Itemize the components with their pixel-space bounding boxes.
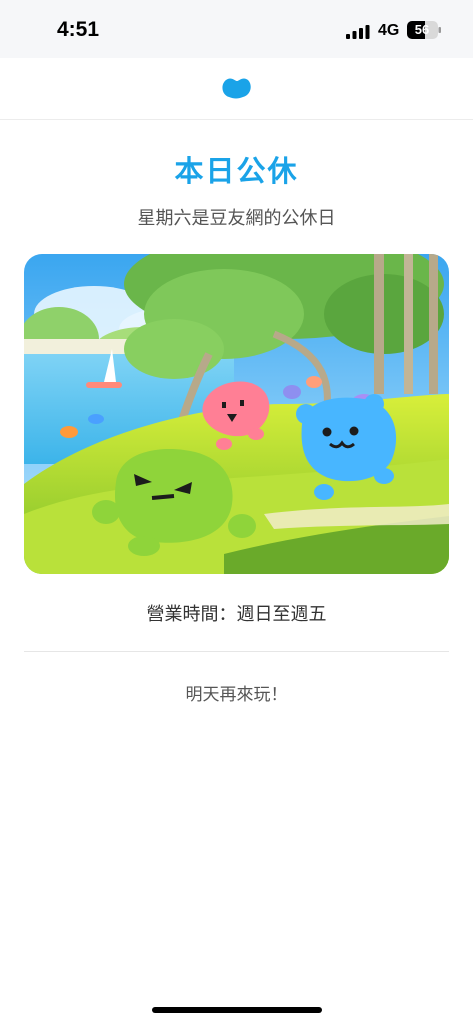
status-bar: 4:51 4G 56: [0, 0, 473, 58]
closed-day-subtitle: 星期六是豆友網的公休日: [137, 208, 336, 229]
closing-message: 明天再來玩！: [185, 685, 288, 705]
network-type-label: 4G: [378, 22, 400, 39]
bean-logo-icon[interactable]: [221, 77, 252, 99]
business-hours-text: 營業時間：週日至週五: [146, 604, 327, 625]
divider: [24, 651, 449, 652]
mascots-park-illustration: [24, 254, 449, 574]
status-time: 4:51: [57, 18, 100, 41]
page-title: 本日公休: [174, 154, 299, 188]
app-header: [0, 58, 473, 120]
cellular-signal-icon: [346, 25, 370, 39]
battery-level-text: 56: [414, 22, 430, 37]
home-indicator[interactable]: [152, 1007, 322, 1013]
